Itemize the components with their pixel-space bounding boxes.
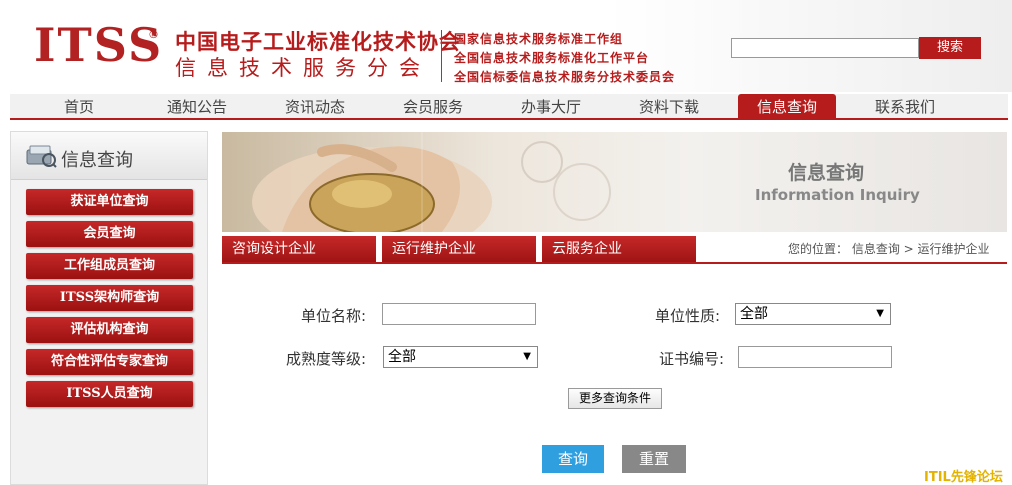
sidebar-item-itss-architects[interactable]: ITSS架构师查询 (26, 285, 193, 311)
registered-mark: ® (148, 28, 159, 41)
tab-cloud-service[interactable]: 云服务企业 (542, 236, 696, 262)
unit-name-label: 单位名称: (301, 307, 367, 325)
tab-operations-maintenance[interactable]: 运行维护企业 (382, 236, 536, 262)
nav-item-downloads[interactable]: 资料下载 (620, 94, 718, 120)
nav-item-news[interactable]: 资讯动态 (266, 94, 364, 120)
inquiry-icon (25, 144, 57, 172)
org-subtitle-1: 国家信息技术服务标准工作组 (454, 32, 624, 46)
org-subtitle-3: 全国信标委信息技术服务分技术委员会 (454, 70, 676, 84)
page-banner: 信息查询 Information Inquiry (222, 132, 1007, 232)
hand-mouse-image (252, 132, 611, 232)
nav-item-member-services[interactable]: 会员服务 (384, 94, 482, 120)
nav-item-contact[interactable]: 联系我们 (856, 94, 954, 120)
sidebar-header: 信息查询 (11, 132, 207, 180)
more-conditions-button[interactable]: 更多查询条件 (568, 388, 662, 409)
unit-name-field[interactable] (382, 303, 536, 325)
cert-no-label: 证书编号: (659, 350, 725, 368)
sidebar-item-compliance-experts[interactable]: 符合性评估专家查询 (26, 349, 193, 375)
maturity-label: 成熟度等级: (286, 350, 367, 368)
nav-item-service-hall[interactable]: 办事大厅 (502, 94, 600, 120)
tab-consulting-design[interactable]: 咨询设计企业 (222, 236, 376, 262)
query-button[interactable]: 查询 (542, 445, 604, 473)
maturity-select[interactable]: 全部 ▼ (383, 346, 538, 368)
sidebar: 信息查询 获证单位查询 会员查询 工作组成员查询 ITSS架构师查询 评估机构查… (10, 131, 208, 485)
banner-subtitle: Information Inquiry (755, 186, 920, 204)
banner-title: 信息查询 (788, 162, 865, 184)
sidebar-item-members[interactable]: 会员查询 (26, 221, 193, 247)
sidebar-item-itss-personnel[interactable]: ITSS人员查询 (26, 381, 193, 407)
nav-item-home[interactable]: 首页 (30, 94, 128, 120)
main-nav: 首页 通知公告 资讯动态 会员服务 办事大厅 资料下载 信息查询 联系我们 (10, 94, 1008, 120)
site-header: ITSS ® 中国电子工业标准化技术协会 信息技术服务分会 国家信息技术服务标准… (0, 0, 1012, 92)
itss-logo[interactable]: ITSS (34, 18, 163, 72)
unit-type-value: 全部 (740, 306, 768, 322)
sidebar-item-assessment-orgs[interactable]: 评估机构查询 (26, 317, 193, 343)
sidebar-item-workgroup-members[interactable]: 工作组成员查询 (26, 253, 193, 279)
unit-type-select[interactable]: 全部 ▼ (735, 303, 891, 325)
nav-item-notices[interactable]: 通知公告 (148, 94, 246, 120)
dropdown-arrow-icon: ▼ (523, 351, 531, 362)
maturity-value: 全部 (388, 349, 416, 365)
header-divider (441, 30, 442, 82)
search-input[interactable] (731, 38, 919, 58)
breadcrumb: 您的位置： 信息查询 > 运行维护企业 (788, 242, 990, 256)
query-tabs: 咨询设计企业 运行维护企业 云服务企业 您的位置： 信息查询 > 运行维护企业 (222, 236, 1007, 264)
cert-no-field[interactable] (738, 346, 892, 368)
nav-item-info-query[interactable]: 信息查询 (738, 94, 836, 120)
sidebar-item-certified-units[interactable]: 获证单位查询 (26, 189, 193, 215)
org-subtitle-2: 全国信息技术服务标准化工作平台 (454, 51, 650, 65)
search-button[interactable]: 搜索 (919, 37, 981, 59)
dropdown-arrow-icon: ▼ (876, 308, 884, 319)
sidebar-title: 信息查询 (61, 150, 133, 171)
watermark-text: ITIL先锋论坛 (924, 470, 1003, 485)
reset-button[interactable]: 重置 (622, 445, 686, 473)
unit-type-label: 单位性质: (655, 307, 721, 325)
org-name-line2: 信息技术服务分会 (175, 56, 431, 80)
